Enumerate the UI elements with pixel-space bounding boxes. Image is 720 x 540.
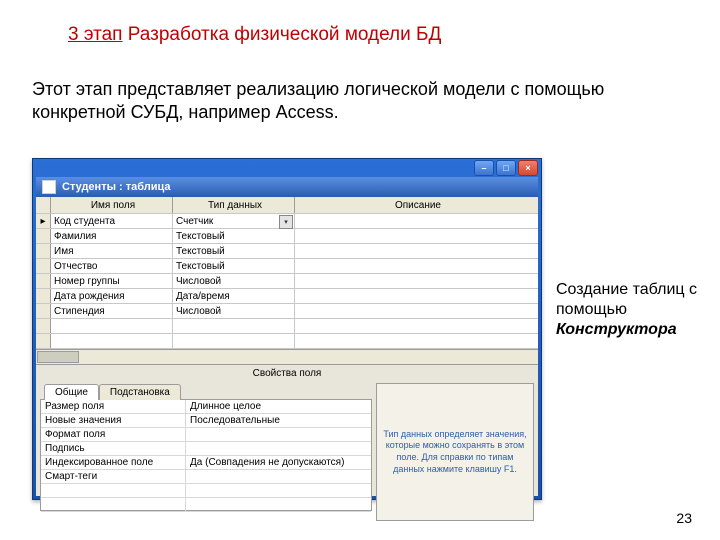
prop-value[interactable]: Да (Совпадения не допускаются) (186, 456, 371, 469)
prop-value[interactable] (186, 428, 371, 441)
prop-row[interactable]: Подпись (41, 442, 371, 456)
table-row[interactable]: Имя Текстовый (36, 244, 538, 259)
type-hint: Тип данных определяет значения, которые … (376, 383, 534, 521)
field-desc[interactable] (295, 214, 538, 228)
field-type[interactable]: Дата/время (173, 289, 295, 303)
side-caption-em: Конструктора (556, 321, 677, 338)
intro-text: Этот этап представляет реализацию логиче… (32, 78, 672, 125)
col-type: Тип данных (173, 197, 295, 213)
table-row[interactable]: Номер группы Числовой (36, 274, 538, 289)
table-icon (42, 180, 56, 194)
prop-row[interactable]: Индексированное поле Да (Совпадения не д… (41, 456, 371, 470)
window-title: Студенты : таблица (62, 181, 171, 193)
col-name: Имя поля (51, 197, 173, 213)
field-type[interactable]: Числовой (173, 274, 295, 288)
prop-label: Индексированное поле (41, 456, 186, 469)
prop-row[interactable] (41, 484, 371, 498)
minimize-button[interactable]: – (474, 160, 494, 176)
tab-lookup[interactable]: Подстановка (99, 384, 181, 400)
close-button[interactable]: × (518, 160, 538, 176)
prop-row[interactable]: Смарт-теги (41, 470, 371, 484)
field-type[interactable]: Текстовый (173, 259, 295, 273)
field-name[interactable]: Фамилия (51, 229, 173, 243)
chevron-down-icon[interactable]: ▾ (279, 215, 293, 229)
row-selector[interactable]: ▸ (36, 214, 51, 228)
field-name[interactable]: Отчество (51, 259, 173, 273)
stage-label: 3 этап (68, 24, 122, 45)
prop-label: Формат поля (41, 428, 186, 441)
field-name[interactable]: Стипендия (51, 304, 173, 318)
prop-value[interactable]: Длинное целое (186, 400, 371, 413)
field-type[interactable]: Числовой (173, 304, 295, 318)
prop-value[interactable] (186, 470, 371, 483)
props-heading: Свойства поля (36, 365, 538, 383)
col-desc: Описание (295, 197, 538, 213)
design-grid: Имя поля Тип данных Описание ▸ Код студе… (36, 197, 538, 365)
grid-header: Имя поля Тип данных Описание (36, 197, 538, 214)
field-name[interactable]: Код студента (51, 214, 173, 228)
inner-titlebar: Студенты : таблица (36, 177, 538, 197)
field-name[interactable]: Имя (51, 244, 173, 258)
field-type[interactable]: Текстовый (173, 244, 295, 258)
outer-titlebar: – □ × (33, 159, 541, 177)
field-properties: Общие Подстановка Размер поля Длинное це… (36, 383, 538, 521)
prop-label: Подпись (41, 442, 186, 455)
prop-row[interactable] (41, 498, 371, 512)
prop-value[interactable] (186, 442, 371, 455)
maximize-button[interactable]: □ (496, 160, 516, 176)
table-row[interactable] (36, 319, 538, 334)
horizontal-scrollbar[interactable] (36, 349, 538, 364)
title-rest: Разработка физической модели БД (122, 24, 441, 45)
table-row[interactable]: Фамилия Текстовый (36, 229, 538, 244)
field-type[interactable]: Счетчик ▾ (173, 214, 295, 228)
prop-label: Размер поля (41, 400, 186, 413)
tab-general[interactable]: Общие (44, 384, 99, 400)
prop-label: Смарт-теги (41, 470, 186, 483)
prop-row[interactable]: Новые значения Последовательные (41, 414, 371, 428)
table-row[interactable]: Отчество Текстовый (36, 259, 538, 274)
props-tabstrip: Общие Подстановка (40, 384, 372, 400)
prop-row[interactable]: Размер поля Длинное целое (41, 400, 371, 414)
props-body: Размер поля Длинное целое Новые значения… (40, 399, 372, 511)
page-number: 23 (676, 510, 692, 526)
side-caption: Создание таблиц с помощью Конструктора (556, 280, 706, 340)
table-row[interactable]: Дата рождения Дата/время (36, 289, 538, 304)
table-row[interactable]: ▸ Код студента Счетчик ▾ (36, 214, 538, 229)
access-window: – □ × Студенты : таблица Имя поля Тип да… (32, 158, 542, 500)
field-name[interactable]: Дата рождения (51, 289, 173, 303)
scroll-thumb[interactable] (37, 351, 79, 363)
prop-value[interactable]: Последовательные (186, 414, 371, 427)
prop-label: Новые значения (41, 414, 186, 427)
field-name[interactable]: Номер группы (51, 274, 173, 288)
table-row[interactable]: Стипендия Числовой (36, 304, 538, 319)
table-row[interactable] (36, 334, 538, 349)
prop-row[interactable]: Формат поля (41, 428, 371, 442)
slide-title: 3 этап Разработка физической модели БД (68, 24, 441, 46)
field-type[interactable]: Текстовый (173, 229, 295, 243)
